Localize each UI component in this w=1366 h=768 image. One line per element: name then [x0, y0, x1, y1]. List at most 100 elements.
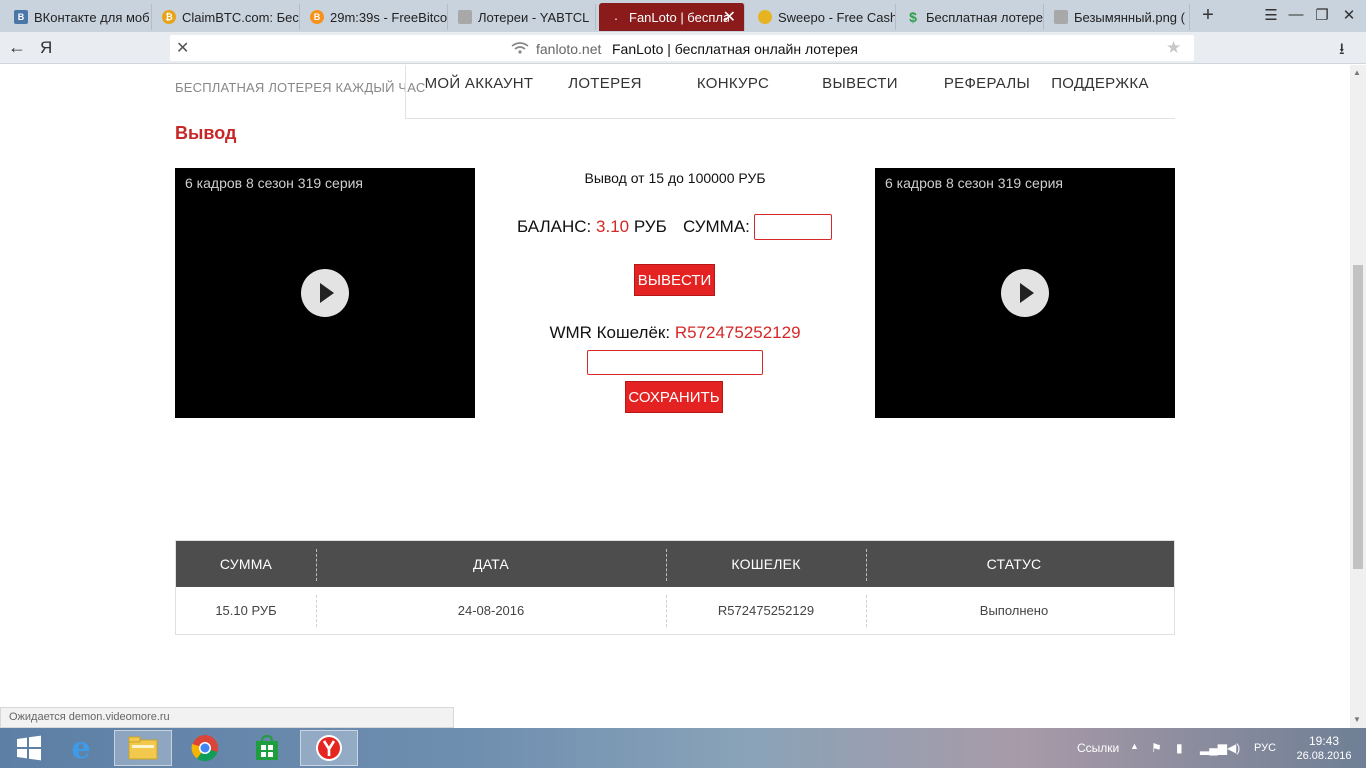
- tab-vkontakte[interactable]: В ВКонтакте для моб: [4, 4, 152, 30]
- cell-amount: 15.10 РУБ: [215, 603, 277, 618]
- wallet-display: WMR Кошелёк: R572475252129: [475, 323, 875, 343]
- scroll-down-icon[interactable]: ▼: [1353, 715, 1361, 724]
- page-scrollbar[interactable]: ▲ ▼: [1350, 65, 1366, 728]
- internet-explorer-button[interactable]: e: [52, 730, 110, 766]
- column-header-date: ДАТА: [473, 556, 509, 572]
- minimize-icon[interactable]: —: [1285, 6, 1307, 23]
- back-arrow-icon[interactable]: ←: [8, 37, 26, 58]
- close-icon[interactable]: ✕: [176, 38, 189, 58]
- column-header-wallet: КОШЕЛЕК: [731, 556, 801, 572]
- start-button[interactable]: [0, 730, 58, 766]
- web-page: БЕСПЛАТНАЯ ЛОТЕРЕЯ КАЖДЫЙ ЧАС МОЙ АККАУН…: [0, 65, 1350, 728]
- amount-label: СУММА:: [683, 217, 750, 236]
- file-explorer-button[interactable]: [114, 730, 172, 766]
- connection-icon: [511, 42, 529, 54]
- chrome-button[interactable]: [176, 730, 234, 766]
- balance-value: 3.10: [596, 217, 630, 236]
- tab-label: ВКонтакте для моб: [34, 9, 150, 25]
- tab-yabtcl[interactable]: Лотереи - YABTCL: [448, 4, 596, 30]
- store-icon: [256, 735, 278, 760]
- clock-date[interactable]: 26.08.2016: [1296, 750, 1352, 762]
- cell-date: 24-08-2016: [457, 603, 525, 618]
- tab-free-lottery[interactable]: $ Бесплатная лотере: [896, 4, 1044, 30]
- tab-untitled-png[interactable]: Безымянный.png (: [1044, 4, 1190, 30]
- chevron-up-icon[interactable]: ▲: [1130, 741, 1139, 751]
- table-header: СУММА ДАТА КОШЕЛЕК СТАТУС: [176, 541, 1174, 587]
- cell-wallet: R572475252129: [717, 603, 815, 618]
- tab-label: Бесплатная лотере: [926, 9, 1043, 25]
- close-tab-icon[interactable]: ✕: [723, 7, 736, 27]
- tab-label: Безымянный.png (: [1074, 9, 1185, 25]
- wallet-input[interactable]: [587, 350, 763, 375]
- folder-icon: [128, 736, 158, 760]
- video-player-right[interactable]: 6 кадров 8 сезон 319 серия: [875, 168, 1175, 418]
- tab-fanloto[interactable]: . FanLoto | беспла ✕: [599, 3, 745, 31]
- menu-icon[interactable]: ☰: [1260, 6, 1282, 24]
- status-bar: Ожидается demon.videomore.ru: [0, 707, 454, 728]
- tab-label: ClaimBTC.com: Бес: [182, 9, 299, 25]
- wallet-label: WMR Кошелёк:: [549, 323, 671, 342]
- nav-lottery[interactable]: ЛОТЕРЕЯ: [555, 75, 655, 92]
- site-slogan: БЕСПЛАТНАЯ ЛОТЕРЕЯ КАЖДЫЙ ЧАС: [175, 80, 426, 95]
- vk-icon: В: [14, 10, 28, 24]
- bitcoin-icon: B: [310, 10, 324, 24]
- volume-icon[interactable]: ◀): [1227, 741, 1240, 755]
- column-header-status: СТАТУС: [986, 556, 1042, 572]
- balance-currency: РУБ: [633, 217, 667, 236]
- page-icon: .: [614, 12, 618, 22]
- restore-icon[interactable]: ❐: [1311, 6, 1333, 24]
- action-center-flag-icon[interactable]: ⚑: [1151, 741, 1162, 755]
- wallet-value: R572475252129: [674, 323, 801, 342]
- input-language[interactable]: РУС: [1254, 742, 1276, 754]
- close-window-icon[interactable]: ✕: [1338, 6, 1360, 24]
- nav-contest[interactable]: КОНКУРС: [683, 75, 783, 92]
- balance-display: БАЛАНС: 3.10 РУБ: [517, 217, 667, 237]
- amount-input[interactable]: [754, 214, 832, 240]
- tab-label: 29m:39s - FreeBitco: [330, 9, 447, 25]
- page-icon: [1054, 10, 1068, 24]
- bookmark-star-icon[interactable]: ★: [1166, 38, 1181, 58]
- power-icon[interactable]: ▮: [1176, 741, 1183, 755]
- url-domain: fanloto.net: [536, 41, 602, 57]
- links-toolbar-label[interactable]: Ссылки: [1077, 741, 1119, 755]
- yandex-browser-button[interactable]: [300, 730, 358, 766]
- internet-explorer-icon: e: [71, 730, 91, 766]
- play-icon[interactable]: [301, 269, 349, 317]
- video-title: 6 кадров 8 сезон 319 серия: [885, 175, 1064, 191]
- play-icon[interactable]: [1001, 269, 1049, 317]
- tab-label: Лотереи - YABTCL: [478, 9, 590, 25]
- page-icon: [458, 10, 472, 24]
- download-icon[interactable]: ⭳: [1339, 38, 1345, 65]
- tab-freebitco[interactable]: B 29m:39s - FreeBitco: [300, 4, 448, 30]
- video-player-left[interactable]: 6 кадров 8 сезон 319 серия: [175, 168, 475, 418]
- network-signal-icon[interactable]: ▂▄▆: [1200, 741, 1227, 755]
- balance-label: БАЛАНС:: [517, 217, 592, 236]
- nav-referrals[interactable]: РЕФЕРАЛЫ: [937, 75, 1037, 92]
- coin-icon: ₿: [162, 10, 176, 24]
- windows-store-button[interactable]: [238, 730, 296, 766]
- video-title: 6 кадров 8 сезон 319 серия: [185, 175, 364, 191]
- scroll-up-icon[interactable]: ▲: [1353, 68, 1361, 77]
- nav-underline: [405, 118, 1175, 119]
- yandex-browser-icon: [316, 735, 342, 761]
- withdraw-button[interactable]: ВЫВЕСТИ: [634, 264, 715, 296]
- nav-divider: [405, 65, 406, 119]
- column-header-amount: СУММА: [219, 556, 273, 572]
- tab-claimbtc[interactable]: ₿ ClaimBTC.com: Бес: [152, 4, 300, 30]
- windows-logo-icon: [17, 735, 41, 761]
- clock-time[interactable]: 19:43: [1302, 734, 1346, 748]
- nav-support[interactable]: ПОДДЕРЖКА: [1050, 75, 1150, 92]
- new-tab-button[interactable]: +: [1197, 4, 1219, 28]
- cell-status: Выполнено: [979, 603, 1049, 618]
- save-button[interactable]: СОХРАНИТЬ: [625, 381, 723, 413]
- scrollbar-thumb[interactable]: [1353, 265, 1363, 569]
- yandex-logo-icon[interactable]: Я: [40, 38, 52, 58]
- nav-my-account[interactable]: МОЙ АККАУНТ: [418, 75, 540, 92]
- tab-sweepo[interactable]: Sweepo - Free Cash: [748, 4, 896, 30]
- coins-icon: [758, 10, 772, 24]
- nav-withdraw[interactable]: ВЫВЕСТИ: [810, 75, 910, 92]
- url-page-title: FanLoto | бесплатная онлайн лотерея: [612, 41, 858, 57]
- tab-label: FanLoto | беспла: [629, 9, 729, 25]
- address-bar: ← Я ✕ fanloto.net FanLoto | бесплатная о…: [0, 32, 1366, 64]
- browser-tab-strip: В ВКонтакте для моб ₿ ClaimBTC.com: Бес …: [0, 0, 1366, 32]
